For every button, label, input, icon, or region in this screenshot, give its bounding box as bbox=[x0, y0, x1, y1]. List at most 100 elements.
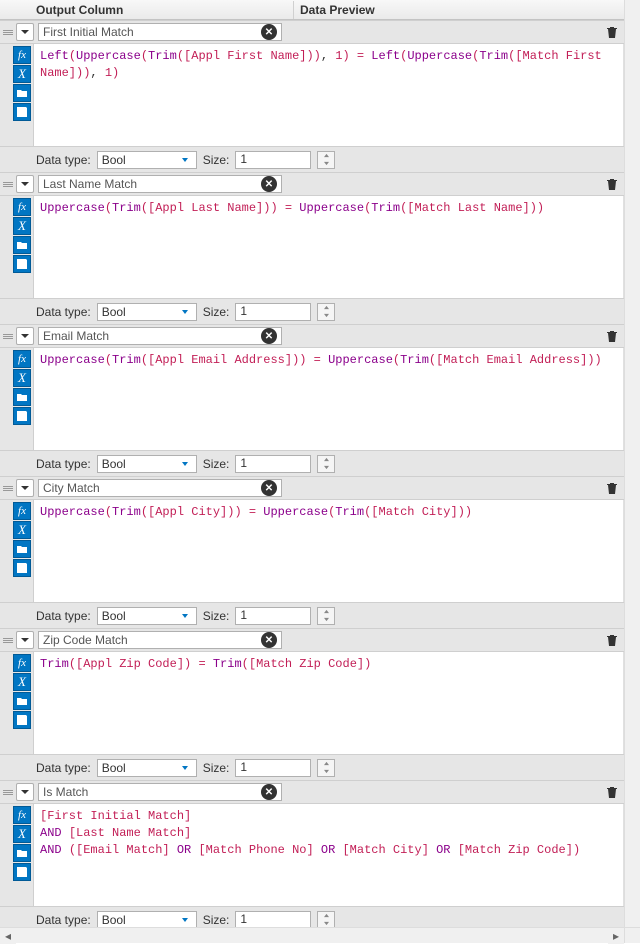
x-variable-button[interactable]: X bbox=[13, 217, 31, 235]
drag-handle-icon[interactable] bbox=[0, 325, 16, 347]
header-data-preview[interactable]: Data Preview bbox=[294, 1, 640, 19]
spinner-up-icon[interactable] bbox=[318, 760, 334, 768]
open-folder-button[interactable] bbox=[13, 540, 31, 558]
expression-editor[interactable]: Trim([Appl Zip Code]) = Trim([Match Zip … bbox=[34, 652, 624, 754]
x-variable-button[interactable]: X bbox=[13, 65, 31, 83]
vertical-scrollbar[interactable] bbox=[624, 0, 640, 927]
output-column-name-text: Email Match bbox=[43, 329, 261, 343]
spinner-up-icon[interactable] bbox=[318, 912, 334, 920]
size-spinner[interactable] bbox=[317, 759, 335, 777]
fx-button[interactable]: fx bbox=[13, 198, 31, 216]
open-folder-button[interactable] bbox=[13, 844, 31, 862]
x-variable-button[interactable]: X bbox=[13, 673, 31, 691]
delete-row-button[interactable] bbox=[600, 177, 624, 191]
dropdown-arrow-icon bbox=[178, 913, 192, 927]
save-button[interactable] bbox=[13, 863, 31, 881]
output-column-name-input[interactable]: First Initial Match ✕ bbox=[38, 23, 282, 41]
size-spinner[interactable] bbox=[317, 911, 335, 928]
delete-row-button[interactable] bbox=[600, 329, 624, 343]
spinner-down-icon[interactable] bbox=[318, 768, 334, 776]
horizontal-scrollbar[interactable]: ◂ ▸ bbox=[0, 927, 624, 943]
open-folder-button[interactable] bbox=[13, 388, 31, 406]
data-type-select[interactable]: Bool bbox=[97, 759, 197, 777]
save-button[interactable] bbox=[13, 407, 31, 425]
delete-row-button[interactable] bbox=[600, 25, 624, 39]
x-variable-button[interactable]: X bbox=[13, 521, 31, 539]
size-spinner[interactable] bbox=[317, 455, 335, 473]
save-button[interactable] bbox=[13, 711, 31, 729]
drag-handle-icon[interactable] bbox=[0, 477, 16, 499]
data-type-select[interactable]: Bool bbox=[97, 303, 197, 321]
scroll-right-arrow-icon[interactable]: ▸ bbox=[608, 928, 624, 944]
collapse-toggle[interactable] bbox=[16, 23, 34, 41]
spinner-up-icon[interactable] bbox=[318, 152, 334, 160]
scroll-left-arrow-icon[interactable]: ◂ bbox=[0, 928, 16, 944]
delete-row-button[interactable] bbox=[600, 785, 624, 799]
output-column-name-input[interactable]: Zip Code Match ✕ bbox=[38, 631, 282, 649]
open-folder-button[interactable] bbox=[13, 692, 31, 710]
save-button[interactable] bbox=[13, 559, 31, 577]
collapse-toggle[interactable] bbox=[16, 327, 34, 345]
fx-button[interactable]: fx bbox=[13, 350, 31, 368]
data-type-select[interactable]: Bool bbox=[97, 151, 197, 169]
size-spinner[interactable] bbox=[317, 303, 335, 321]
expression-editor[interactable]: Uppercase(Trim([Appl Last Name])) = Uppe… bbox=[34, 196, 624, 298]
spinner-down-icon[interactable] bbox=[318, 464, 334, 472]
size-input[interactable]: 1 bbox=[235, 303, 311, 321]
collapse-toggle[interactable] bbox=[16, 479, 34, 497]
spinner-down-icon[interactable] bbox=[318, 616, 334, 624]
size-input[interactable]: 1 bbox=[235, 911, 311, 928]
open-folder-button[interactable] bbox=[13, 236, 31, 254]
drag-handle-icon[interactable] bbox=[0, 781, 16, 803]
collapse-toggle[interactable] bbox=[16, 783, 34, 801]
size-spinner[interactable] bbox=[317, 151, 335, 169]
expression-editor[interactable]: Left(Uppercase(Trim([Appl First Name])),… bbox=[34, 44, 624, 146]
output-column-name-input[interactable]: Is Match ✕ bbox=[38, 783, 282, 801]
header-output-column[interactable]: Output Column bbox=[0, 1, 294, 19]
size-input[interactable]: 1 bbox=[235, 151, 311, 169]
size-input[interactable]: 1 bbox=[235, 455, 311, 473]
size-spinner[interactable] bbox=[317, 607, 335, 625]
drag-handle-icon[interactable] bbox=[0, 21, 16, 43]
spinner-up-icon[interactable] bbox=[318, 608, 334, 616]
clear-name-button[interactable]: ✕ bbox=[261, 784, 277, 800]
dropdown-arrow-icon bbox=[178, 761, 192, 775]
spinner-up-icon[interactable] bbox=[318, 456, 334, 464]
save-button[interactable] bbox=[13, 103, 31, 121]
spinner-down-icon[interactable] bbox=[318, 312, 334, 320]
output-column-name-input[interactable]: City Match ✕ bbox=[38, 479, 282, 497]
fx-button[interactable]: fx bbox=[13, 654, 31, 672]
output-column-name-input[interactable]: Email Match ✕ bbox=[38, 327, 282, 345]
clear-name-button[interactable]: ✕ bbox=[261, 176, 277, 192]
clear-name-button[interactable]: ✕ bbox=[261, 480, 277, 496]
drag-handle-icon[interactable] bbox=[0, 173, 16, 195]
output-column-name-text: Zip Code Match bbox=[43, 633, 261, 647]
fx-button[interactable]: fx bbox=[13, 46, 31, 64]
size-input[interactable]: 1 bbox=[235, 759, 311, 777]
delete-row-button[interactable] bbox=[600, 481, 624, 495]
x-variable-button[interactable]: X bbox=[13, 369, 31, 387]
clear-name-button[interactable]: ✕ bbox=[261, 24, 277, 40]
data-type-select[interactable]: Bool bbox=[97, 455, 197, 473]
output-column-name-input[interactable]: Last Name Match ✕ bbox=[38, 175, 282, 193]
drag-handle-icon[interactable] bbox=[0, 629, 16, 651]
clear-name-button[interactable]: ✕ bbox=[261, 632, 277, 648]
save-button[interactable] bbox=[13, 255, 31, 273]
fx-button[interactable]: fx bbox=[13, 806, 31, 824]
data-type-select[interactable]: Bool bbox=[97, 607, 197, 625]
fx-button[interactable]: fx bbox=[13, 502, 31, 520]
expression-editor[interactable]: Uppercase(Trim([Appl Email Address])) = … bbox=[34, 348, 624, 450]
spinner-down-icon[interactable] bbox=[318, 160, 334, 168]
clear-name-button[interactable]: ✕ bbox=[261, 328, 277, 344]
spinner-up-icon[interactable] bbox=[318, 304, 334, 312]
collapse-toggle[interactable] bbox=[16, 631, 34, 649]
size-input[interactable]: 1 bbox=[235, 607, 311, 625]
spinner-down-icon[interactable] bbox=[318, 920, 334, 928]
x-variable-button[interactable]: X bbox=[13, 825, 31, 843]
expression-editor[interactable]: [First Initial Match]AND [Last Name Matc… bbox=[34, 804, 624, 906]
open-folder-button[interactable] bbox=[13, 84, 31, 102]
collapse-toggle[interactable] bbox=[16, 175, 34, 193]
delete-row-button[interactable] bbox=[600, 633, 624, 647]
data-type-select[interactable]: Bool bbox=[97, 911, 197, 928]
expression-editor[interactable]: Uppercase(Trim([Appl City])) = Uppercase… bbox=[34, 500, 624, 602]
